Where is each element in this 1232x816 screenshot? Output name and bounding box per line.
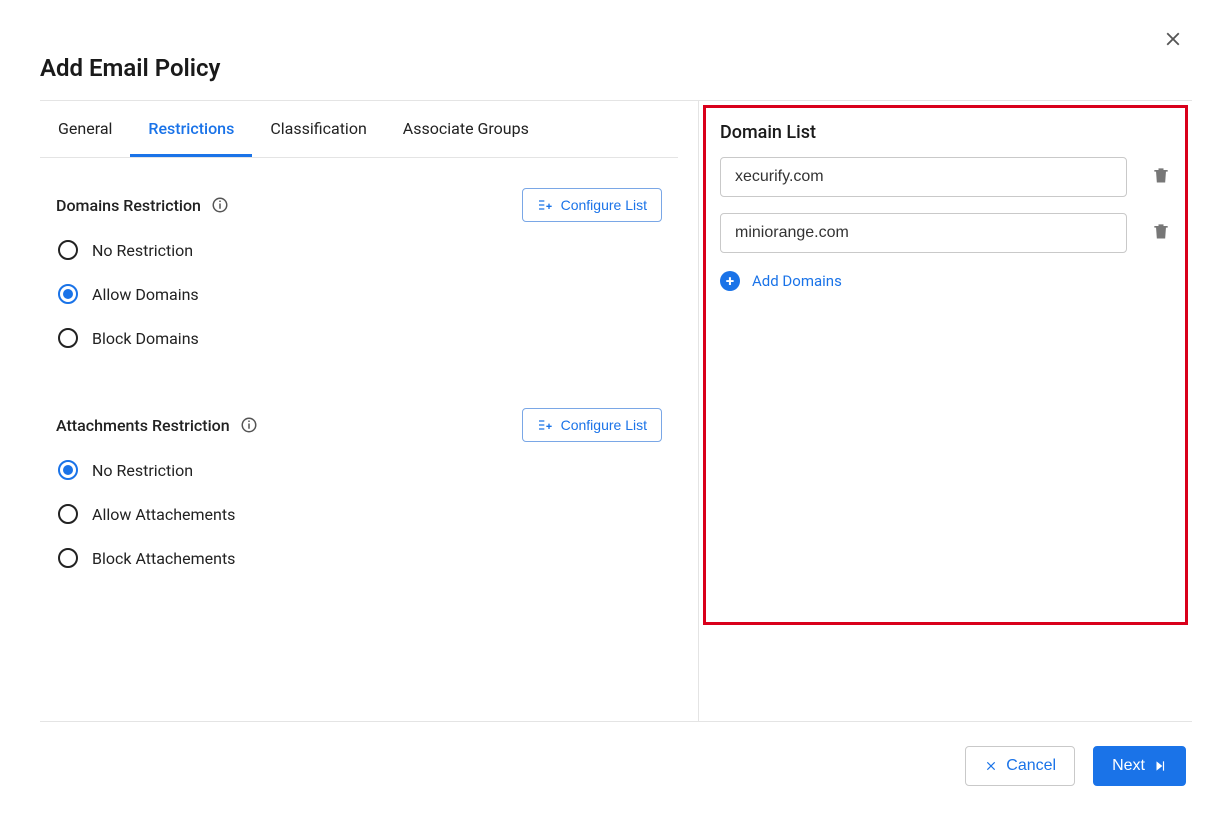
radio-icon [58,460,78,480]
close-icon [984,759,998,773]
configure-list-icon [537,197,553,213]
add-domains-label: Add Domains [752,272,842,290]
play-next-icon [1153,759,1167,773]
attachments-option-block-attachements[interactable]: Block Attachements [58,548,662,568]
tab-associate-groups[interactable]: Associate Groups [385,101,547,157]
tab-classification[interactable]: Classification [252,101,384,157]
radio-icon [58,548,78,568]
attachments-option-allow-attachements[interactable]: Allow Attachements [58,504,662,524]
close-button[interactable] [1162,28,1184,54]
configure-domains-button[interactable]: Configure List [522,188,662,222]
radio-label: No Restriction [92,461,193,480]
attachments-radio-group: No Restriction Allow Attachements Block At… [56,460,662,568]
radio-icon [58,328,78,348]
radio-label: Block Domains [92,329,199,348]
trash-icon [1151,164,1171,186]
tab-restrictions[interactable]: Restrictions [130,101,252,157]
tab-general[interactable]: General [40,101,130,157]
add-domains-button[interactable]: + Add Domains [720,271,1171,291]
radio-icon [58,240,78,260]
domains-option-block-domains[interactable]: Block Domains [58,328,662,348]
close-icon [1162,28,1184,50]
radio-label: Allow Attachements [92,505,235,524]
domain-row [720,213,1171,253]
attachments-restriction-title: Attachments Restriction [56,416,230,435]
cancel-label: Cancel [1006,757,1056,775]
domain-list-title: Domain List [720,122,1171,143]
domains-option-no-restriction[interactable]: No Restriction [58,240,662,260]
delete-domain-button[interactable] [1151,220,1171,246]
radio-label: Block Attachements [92,549,235,568]
configure-domains-label: Configure List [561,197,647,213]
modal-title: Add Email Policy [40,54,1192,82]
plus-circle-icon: + [720,271,740,291]
trash-icon [1151,220,1171,242]
attachments-option-no-restriction[interactable]: No Restriction [58,460,662,480]
radio-icon [58,284,78,304]
next-label: Next [1112,757,1145,775]
add-email-policy-modal: Add Email Policy GeneralRestrictionsClas… [0,0,1232,816]
domain-list-panel: Domain List + Add Domains [703,105,1188,625]
radio-icon [58,504,78,524]
tab-bar: GeneralRestrictionsClassificationAssocia… [40,101,678,158]
configure-attachments-label: Configure List [561,417,647,433]
next-button[interactable]: Next [1093,746,1186,786]
right-column: Domain List + Add Domains [698,101,1192,721]
cancel-button[interactable]: Cancel [965,746,1075,786]
delete-domain-button[interactable] [1151,164,1171,190]
radio-label: Allow Domains [92,285,199,304]
modal-body: GeneralRestrictionsClassificationAssocia… [40,100,1192,721]
modal-footer: Cancel Next [40,721,1192,796]
left-column: GeneralRestrictionsClassificationAssocia… [40,101,698,721]
domains-option-allow-domains[interactable]: Allow Domains [58,284,662,304]
domain-input[interactable] [720,157,1127,197]
attachments-restriction-section: Attachments Restriction Configure List N… [40,378,678,578]
info-icon[interactable] [240,416,258,434]
info-icon[interactable] [211,196,229,214]
configure-list-icon [537,417,553,433]
configure-attachments-button[interactable]: Configure List [522,408,662,442]
domains-radio-group: No Restriction Allow Domains Block Domains [56,240,662,348]
domains-restriction-section: Domains Restriction Configure List No Re… [40,158,678,358]
domains-restriction-title: Domains Restriction [56,196,201,215]
domain-input[interactable] [720,213,1127,253]
radio-label: No Restriction [92,241,193,260]
domain-row [720,157,1171,197]
